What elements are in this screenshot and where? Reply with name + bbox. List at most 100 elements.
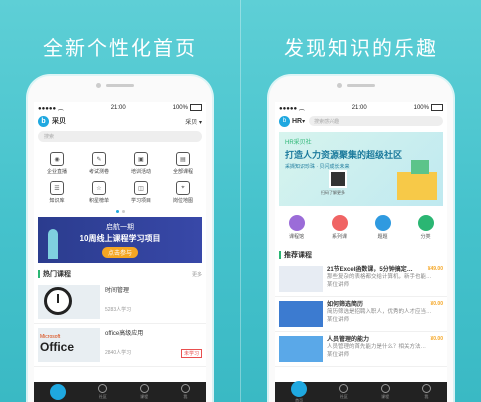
join-button[interactable]: 点击参与 — [101, 247, 138, 258]
tab-bar: 首页 社区 课程 我 — [275, 380, 447, 402]
chat-icon — [380, 384, 390, 393]
left-phone: ●●●●● ︵ 21:00 100% b 采贝 采贝 ▾ 搜索 ◉ 企业直播 ✎ 考… — [28, 76, 212, 402]
tab-home[interactable]: 首页 — [291, 380, 308, 402]
app-title: 采贝 — [52, 118, 66, 125]
banner-line1: 启航一期 — [106, 224, 134, 231]
grid-item-exam[interactable]: ✎ 考试测卷 — [78, 152, 120, 175]
grid-item-knowledge[interactable]: ☰ 知识库 — [36, 181, 78, 204]
books-illustration — [397, 160, 437, 200]
course-desc: 那些复杂的表格都交给计算机，新手也能… — [327, 274, 432, 281]
banner-line2: 10周线上课程学习项目 — [79, 234, 161, 243]
battery-icon — [430, 103, 443, 111]
right-headline: 发现知识的乐趣 — [284, 38, 438, 60]
ranking-icon: ☆ — [92, 181, 106, 195]
courses-icon: ▤ — [176, 152, 190, 166]
search-input[interactable]: 搜索 — [38, 131, 202, 142]
tab-me[interactable]: 我 — [421, 384, 431, 400]
app-logo-icon: b — [279, 115, 290, 127]
course-price: ¥49.00 — [427, 266, 443, 272]
battery-percent: 100% — [172, 105, 188, 112]
questions-icon — [374, 215, 391, 231]
more-link[interactable]: 更多 — [192, 271, 202, 278]
course-hall-icon — [288, 215, 305, 231]
tab-community[interactable]: 社区 — [339, 384, 349, 400]
camera-dot — [337, 83, 342, 88]
app-logo-icon: b — [38, 115, 49, 127]
tab-home[interactable] — [50, 383, 67, 401]
app-title[interactable]: HR — [292, 118, 302, 125]
tab-courses[interactable]: 课程 — [380, 384, 390, 400]
section-header: 热门课程 更多 — [34, 263, 206, 281]
course-title: office高级应用 — [105, 331, 144, 337]
training-icon: ▣ — [134, 152, 148, 166]
community-banner[interactable]: HR采贝社 打造人力资源聚集的超级社区 采撷知识珍珠 · 贝闪成长未来 扫码了解… — [279, 132, 443, 206]
tab-bar: 社区 课程 我 — [34, 382, 206, 402]
clock-icon — [44, 287, 72, 315]
person-illustration — [48, 229, 58, 259]
page-indicator — [34, 210, 206, 213]
chevron-down-icon: ▾ — [198, 119, 202, 126]
status-bar: ●●●●● ︵ 21:00 100% — [275, 102, 447, 113]
promo-banner[interactable]: 启航一期 10周线上课程学习项目 点击参与 — [38, 217, 202, 263]
grid-item-map[interactable]: ⌖ 岗位地图 — [162, 181, 204, 204]
category-course-hall[interactable]: 课程馆 — [288, 215, 305, 240]
series-icon — [331, 215, 348, 231]
left-screen: ●●●●● ︵ 21:00 100% b 采贝 采贝 ▾ 搜索 ◉ 企业直播 ✎ 考… — [34, 102, 206, 402]
section-title: 热门课程 — [43, 271, 71, 278]
course-desc: 简历筛选是招聘入职人，优秀的人才应当… — [327, 309, 432, 316]
course-item[interactable]: 时间管理 5283人学习 — [34, 281, 206, 324]
tab-me[interactable]: 我 — [180, 384, 190, 400]
left-panel: 全新个性化首页 ●●●●● ︵ 21:00 100% b 采贝 采贝 ▾ 搜索 … — [0, 0, 240, 402]
grid-item-live[interactable]: ◉ 企业直播 — [36, 152, 78, 175]
course-author: 某位讲师 — [327, 351, 350, 358]
search-input[interactable]: 搜索感兴趣 — [309, 116, 443, 126]
tab-courses[interactable]: 课程 — [139, 384, 149, 400]
grid-item-project[interactable]: ◫ 学习项目 — [120, 181, 162, 204]
right-panel: 发现知识的乐趣 ●●●●● ︵ 21:00 100% b HR ▾ 搜索感兴趣 … — [241, 0, 481, 402]
knowledge-icon: ☰ — [50, 181, 64, 195]
course-author: 某位讲师 — [327, 316, 350, 323]
section-title: 推荐课程 — [284, 252, 312, 259]
home-icon — [50, 383, 67, 400]
home-icon — [291, 380, 308, 397]
grid-item-training[interactable]: ▣ 培训活动 — [120, 152, 162, 175]
grid-item-ranking[interactable]: ☆ 积星榜单 — [78, 181, 120, 204]
category-all[interactable]: 分类 — [417, 215, 434, 240]
location-selector[interactable]: 采贝 ▾ — [185, 117, 202, 126]
right-phone: ●●●●● ︵ 21:00 100% b HR ▾ 搜索感兴趣 HR采贝社 打造… — [269, 76, 453, 402]
course-title: 人员管理的能力 ¥0.00 — [327, 336, 443, 343]
user-icon — [421, 384, 431, 393]
user-icon — [180, 384, 190, 393]
banner-line1: HR采贝社 — [285, 140, 312, 146]
qr-code-icon — [329, 170, 347, 188]
grid-item-courses[interactable]: ▤ 全部课程 — [162, 152, 204, 175]
category-questions[interactable]: 题题 — [374, 215, 391, 240]
course-price: ¥0.00 — [430, 336, 443, 342]
grid-icon — [417, 215, 434, 231]
category-series[interactable]: 系列课 — [331, 215, 348, 240]
chat-icon — [139, 384, 149, 393]
status-time: 21:00 — [351, 104, 367, 111]
course-thumbnail — [279, 301, 323, 327]
live-icon: ◉ — [50, 152, 64, 166]
course-item[interactable]: 人员管理的能力 ¥0.00 人员管理的首先能力是什么？相关方法… 某位讲师 — [275, 332, 447, 367]
map-icon: ⌖ — [176, 181, 190, 195]
community-icon — [339, 384, 349, 393]
tab-community[interactable]: 社区 — [98, 384, 108, 400]
status-bar: ●●●●● ︵ 21:00 100% — [34, 102, 206, 113]
course-desc: 人员管理的首先能力是什么？相关方法… — [327, 344, 427, 351]
course-item[interactable]: Microsoft Office office高级应用 2840人学习 未学习 — [34, 324, 206, 367]
exam-icon: ✎ — [92, 152, 106, 166]
feature-grid: ◉ 企业直播 ✎ 考试测卷 ▣ 培训活动 ▤ 全部课程 ☰ 知识库 ☆ 积星榜单 ◫ 学习项目… — [34, 144, 206, 208]
course-thumbnail: Microsoft Office — [38, 328, 100, 362]
course-title: 如何筛选简历 ¥0.00 — [327, 301, 443, 308]
course-item[interactable]: 21节Excel函数课，5分钟搞定… ¥49.00 那些复杂的表格都交给计算机，新… — [275, 262, 447, 297]
course-item[interactable]: 如何筛选简历 ¥0.00 简历筛选是招聘入职人，优秀的人才应当… 某位讲师 — [275, 297, 447, 332]
project-icon: ◫ — [134, 181, 148, 195]
top-bar: b HR ▾ 搜索感兴趣 — [275, 113, 447, 129]
right-screen: ●●●●● ︵ 21:00 100% b HR ▾ 搜索感兴趣 HR采贝社 打造… — [275, 102, 447, 402]
course-thumbnail — [279, 336, 323, 362]
course-price: ¥0.00 — [430, 301, 443, 307]
course-count: 2840人学习 — [105, 350, 132, 356]
course-title: 21节Excel函数课，5分钟搞定… ¥49.00 — [327, 266, 443, 273]
